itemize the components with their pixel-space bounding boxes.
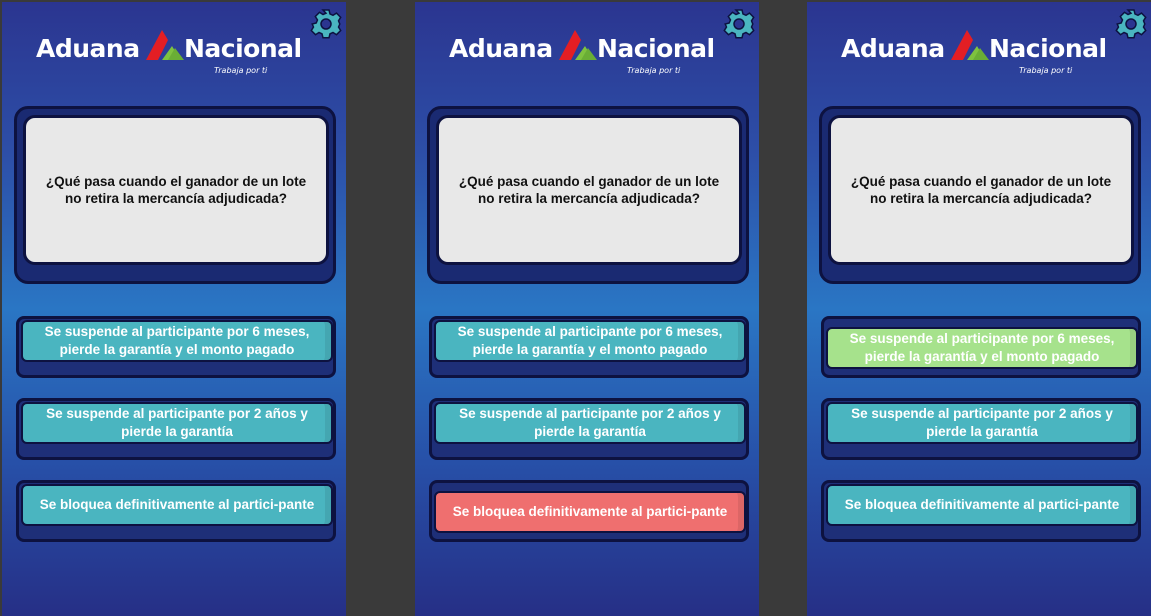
answer-button-2[interactable]: Se suspende al participante por 2 años y… xyxy=(16,398,336,460)
quiz-screen-1: Aduana Nacional Trabaja por ti ¿Qué pasa… xyxy=(2,2,346,616)
answer-text: Se suspende al participante por 2 años y… xyxy=(46,406,308,439)
answer-face[interactable]: Se suspende al participante por 2 años y… xyxy=(21,402,333,444)
answer-text: Se bloquea definitivamente al partici-pa… xyxy=(844,497,1120,512)
logo-word-2: Nacional xyxy=(989,34,1107,63)
gear-icon[interactable] xyxy=(1115,8,1147,40)
logo-mark-icon xyxy=(146,30,184,60)
answer-text: Se bloquea definitivamente al partici-pa… xyxy=(452,504,728,519)
question-panel: ¿Qué pasa cuando el ganador de un lote n… xyxy=(436,115,742,265)
quiz-screen-2: Aduana Nacional Trabaja por ti ¿Qué pasa… xyxy=(415,2,759,616)
answer-text: Se suspende al participante por 6 meses,… xyxy=(44,324,310,357)
logo-mark-icon xyxy=(951,30,989,60)
quiz-screen-3: Aduana Nacional Trabaja por ti ¿Qué pasa… xyxy=(807,2,1151,616)
answer-text: Se suspende al participante por 2 años y… xyxy=(459,406,721,439)
answer-face[interactable]: Se suspende al participante por 6 meses,… xyxy=(434,320,746,362)
logo-slogan: Trabaja por ti xyxy=(1019,66,1073,75)
answer-face[interactable]: Se suspende al participante por 6 meses,… xyxy=(21,320,333,362)
answer-text: Se bloquea definitivamente al partici-pa… xyxy=(39,497,315,512)
answer-button-1[interactable]: Se suspende al participante por 6 meses,… xyxy=(821,316,1141,378)
answer-button-3[interactable]: Se bloquea definitivamente al partici-pa… xyxy=(429,480,749,542)
question-text: ¿Qué pasa cuando el ganador de un lote n… xyxy=(45,174,307,206)
question-card: ¿Qué pasa cuando el ganador de un lote n… xyxy=(14,106,336,284)
logo-slogan: Trabaja por ti xyxy=(214,66,268,75)
question-text: ¿Qué pasa cuando el ganador de un lote n… xyxy=(850,174,1112,206)
question-text: ¿Qué pasa cuando el ganador de un lote n… xyxy=(458,174,720,206)
logo-word-1: Aduana xyxy=(841,34,945,63)
logo-mark-icon xyxy=(559,30,597,60)
aduana-nacional-logo: Aduana Nacional Trabaja por ti xyxy=(841,30,1107,84)
logo-word-2: Nacional xyxy=(184,34,302,63)
answer-button-3[interactable]: Se bloquea definitivamente al partici-pa… xyxy=(821,480,1141,542)
question-panel: ¿Qué pasa cuando el ganador de un lote n… xyxy=(828,115,1134,265)
answer-button-2[interactable]: Se suspende al participante por 2 años y… xyxy=(821,398,1141,460)
aduana-nacional-logo: Aduana Nacional Trabaja por ti xyxy=(36,30,302,84)
answer-button-1[interactable]: Se suspende al participante por 6 meses,… xyxy=(16,316,336,378)
answer-text: Se suspende al participante por 6 meses,… xyxy=(849,331,1115,364)
logo-word-2: Nacional xyxy=(597,34,715,63)
aduana-nacional-logo: Aduana Nacional Trabaja por ti xyxy=(449,30,715,84)
answer-face-wrong[interactable]: Se bloquea definitivamente al partici-pa… xyxy=(434,491,746,533)
question-panel: ¿Qué pasa cuando el ganador de un lote n… xyxy=(23,115,329,265)
answer-face[interactable]: Se bloquea definitivamente al partici-pa… xyxy=(826,484,1138,526)
question-card: ¿Qué pasa cuando el ganador de un lote n… xyxy=(427,106,749,284)
answer-text: Se suspende al participante por 6 meses,… xyxy=(457,324,723,357)
answer-face[interactable]: Se suspende al participante por 2 años y… xyxy=(434,402,746,444)
answer-face-correct[interactable]: Se suspende al participante por 6 meses,… xyxy=(826,327,1138,369)
gear-icon[interactable] xyxy=(723,8,755,40)
logo-word-1: Aduana xyxy=(36,34,140,63)
answer-face[interactable]: Se bloquea definitivamente al partici-pa… xyxy=(21,484,333,526)
question-card: ¿Qué pasa cuando el ganador de un lote n… xyxy=(819,106,1141,284)
answer-text: Se suspende al participante por 2 años y… xyxy=(851,406,1113,439)
answer-button-3[interactable]: Se bloquea definitivamente al partici-pa… xyxy=(16,480,336,542)
logo-slogan: Trabaja por ti xyxy=(627,66,681,75)
answer-button-2[interactable]: Se suspende al participante por 2 años y… xyxy=(429,398,749,460)
gear-icon[interactable] xyxy=(310,8,342,40)
logo-word-1: Aduana xyxy=(449,34,553,63)
answer-button-1[interactable]: Se suspende al participante por 6 meses,… xyxy=(429,316,749,378)
answer-face[interactable]: Se suspende al participante por 2 años y… xyxy=(826,402,1138,444)
